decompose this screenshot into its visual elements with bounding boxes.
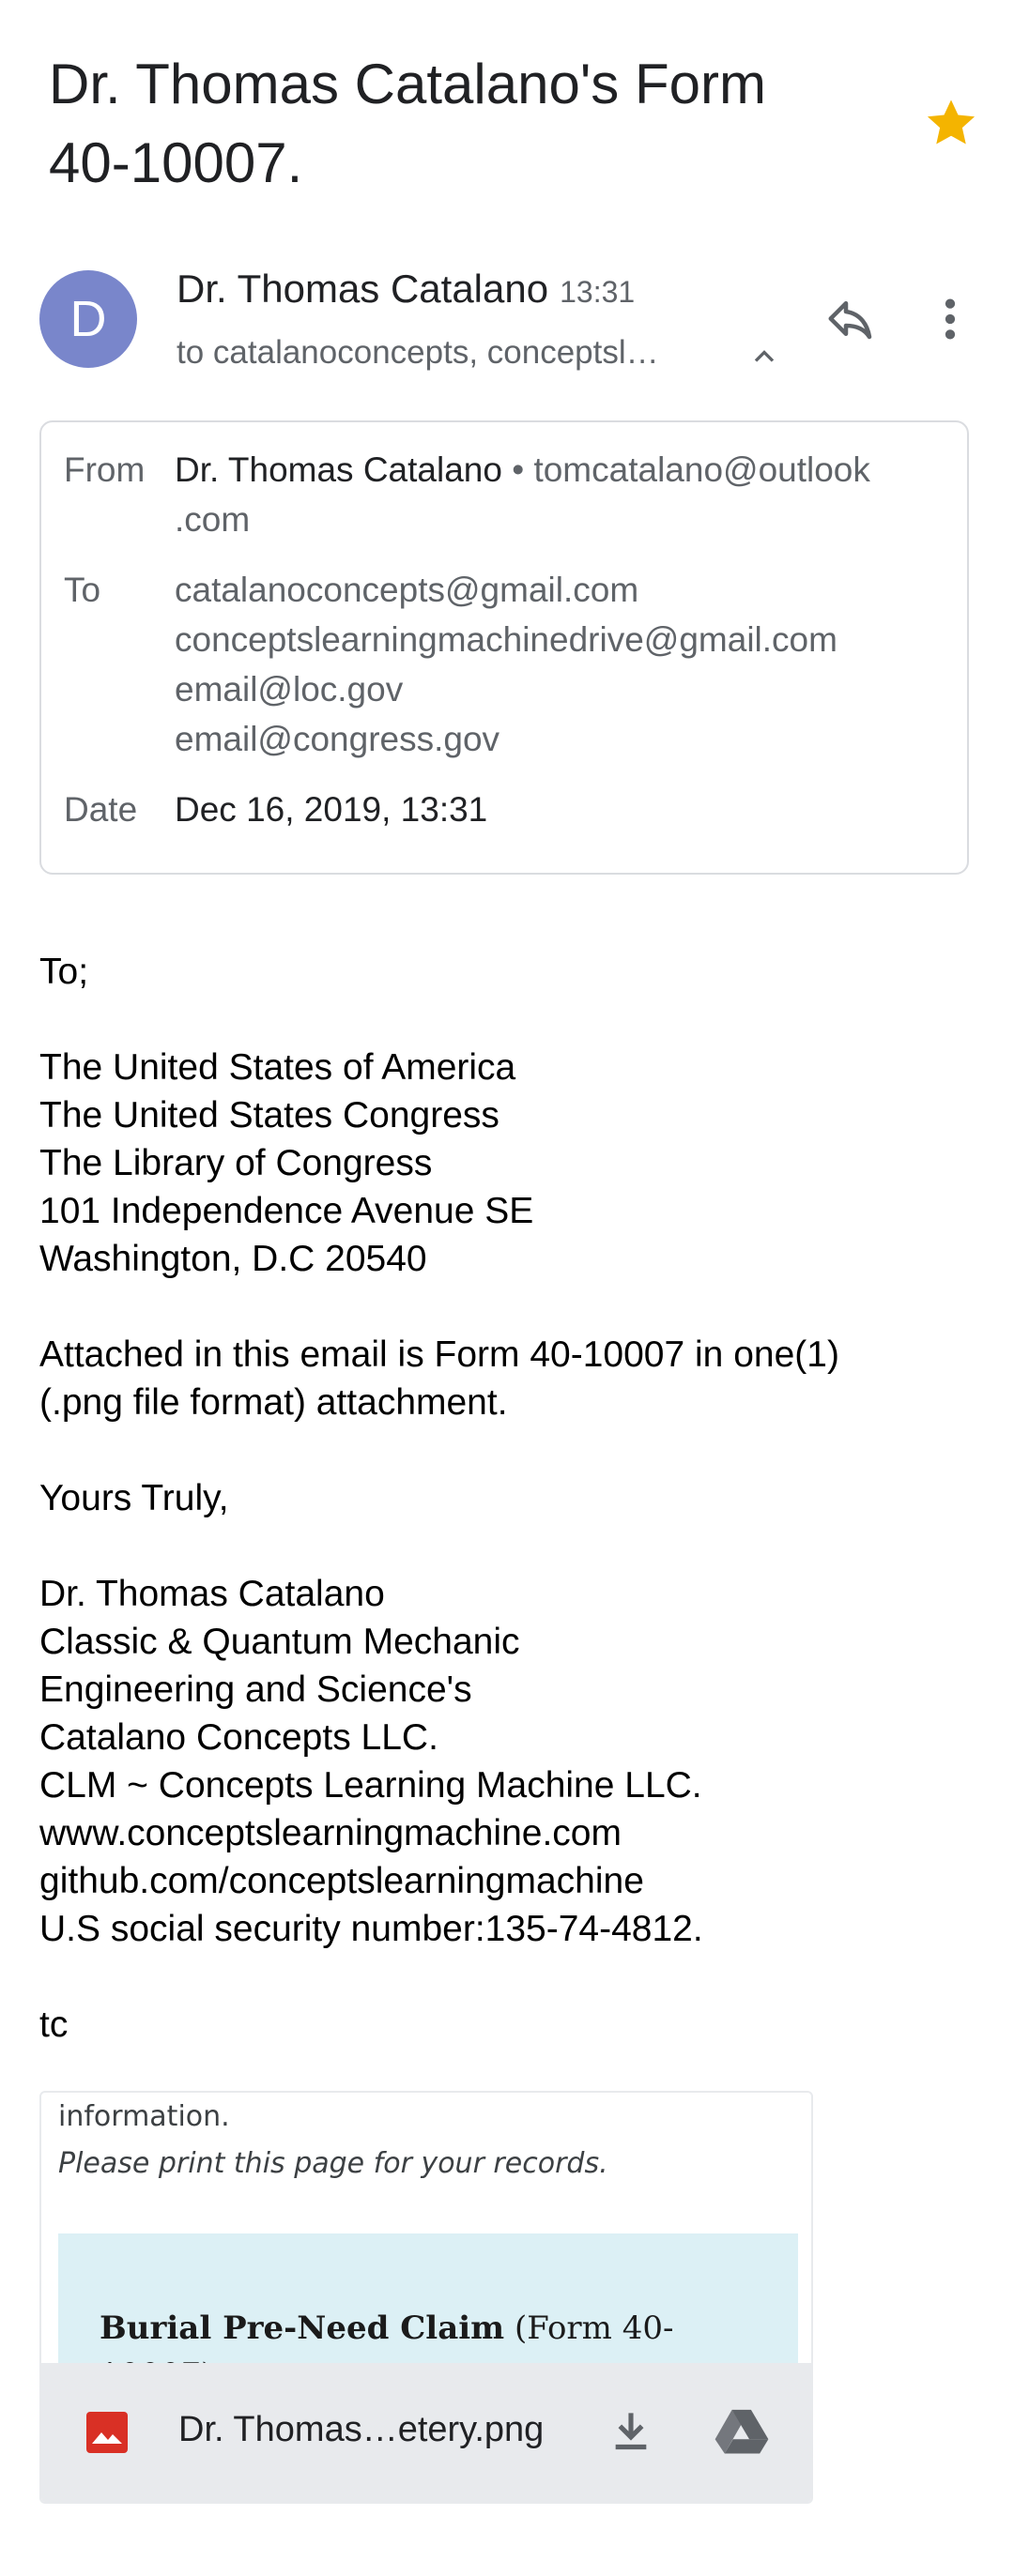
date-value: Dec 16, 2019, 13:31 (175, 790, 488, 829)
from-label: From (64, 450, 146, 489)
address-line: The Library of Congress (39, 1143, 433, 1183)
chevron-up-icon[interactable] (747, 340, 781, 373)
recipients-summary[interactable]: to catalanoconcepts, conceptsl… (177, 334, 730, 372)
signature-line: Classic & Quantum Mechanic (39, 1622, 520, 1662)
sender-avatar[interactable]: D (39, 270, 137, 368)
signature-link[interactable]: github.com/conceptslearningmachine (39, 1857, 978, 1905)
sent-time: 13:31 (560, 275, 636, 309)
date-label: Date (64, 790, 138, 829)
message-line: Attached in this email is Form 40-10007 … (39, 1334, 839, 1375)
address-line: 101 Independence Avenue SE (39, 1191, 534, 1231)
download-icon[interactable] (605, 2404, 657, 2457)
initials: tc (39, 2004, 69, 2045)
email-subject: Dr. Thomas Catalano's Form 40-10007. (49, 53, 766, 194)
signature-line: CLM ~ Concepts Learning Machine LLC. (39, 1765, 702, 1806)
greeting: To; (39, 952, 89, 992)
address-line: The United States of America (39, 1047, 516, 1088)
signature-line: Catalano Concepts LLC. (39, 1717, 438, 1758)
from-value: Dr. Thomas Catalano • tomcatalano@outloo… (175, 445, 954, 544)
email-body: To; The United States of America The Uni… (39, 948, 978, 2049)
preview-text: Please print this page for your records. (58, 2147, 608, 2180)
image-file-icon (86, 2412, 128, 2453)
preview-title-bold: Burial Pre-Need Claim (100, 2309, 505, 2347)
to-address[interactable]: email@congress.gov (175, 714, 954, 764)
message-details: From Dr. Thomas Catalano • tomcatalano@o… (39, 420, 969, 875)
sender-line: Dr. Thomas Catalano 13:31 (177, 267, 635, 312)
star-icon[interactable] (922, 94, 980, 152)
to-list: catalanoconcepts@gmail.com conceptslearn… (175, 565, 954, 764)
attachment-filename[interactable]: Dr. Thomas…etery.png (178, 2410, 544, 2450)
to-address[interactable]: email@loc.gov (175, 664, 954, 714)
from-email[interactable]: • tomcatalano@outlook (512, 450, 870, 489)
to-label: To (64, 571, 101, 609)
sender-name: Dr. Thomas Catalano (177, 267, 549, 311)
attachment-card[interactable]: information. Please print this page for … (39, 2091, 813, 2504)
closing: Yours Truly, (39, 1478, 229, 1518)
from-email-cont: .com (175, 500, 251, 539)
to-address[interactable]: conceptslearningmachinedrive@gmail.com (175, 615, 954, 664)
signature-line: Engineering and Science's (39, 1669, 472, 1710)
signature-link[interactable]: www.conceptslearningmachine.com (39, 1809, 978, 1857)
attachment-bar[interactable]: Dr. Thomas…etery.png (41, 2363, 811, 2502)
reply-icon[interactable] (822, 293, 879, 349)
address-line: The United States Congress (39, 1095, 499, 1136)
message-line: (.png file format) attachment. (39, 1382, 508, 1423)
to-address[interactable]: catalanoconcepts@gmail.com (175, 565, 954, 615)
more-vert-icon[interactable] (930, 293, 971, 345)
preview-text: information. (58, 2100, 230, 2133)
signature-line: U.S social security number:135-74-4812. (39, 1909, 703, 1949)
signature-line: Dr. Thomas Catalano (39, 1574, 385, 1614)
from-name: Dr. Thomas Catalano (175, 450, 502, 489)
address-line: Washington, D.C 20540 (39, 1239, 427, 1279)
drive-icon[interactable] (714, 2406, 770, 2457)
